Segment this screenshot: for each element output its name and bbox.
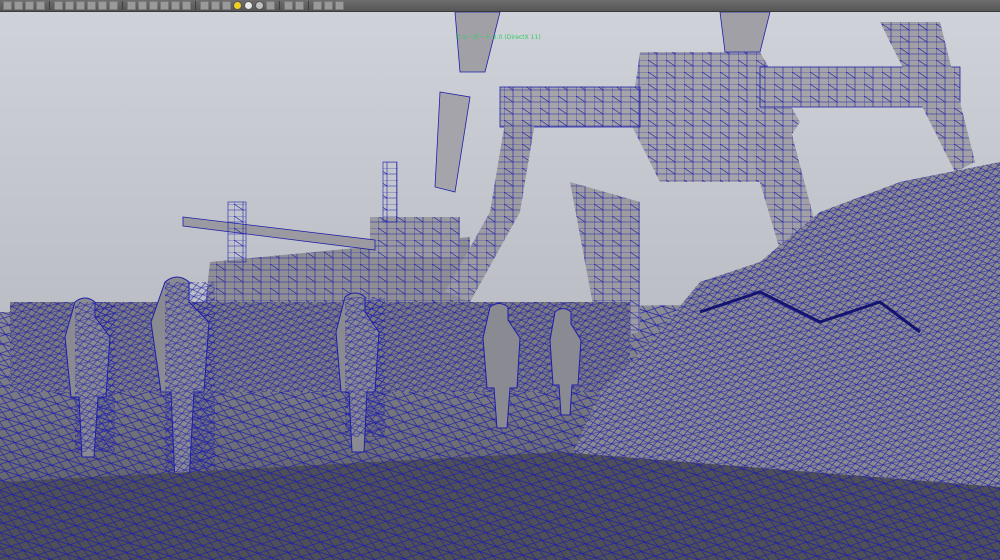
resolution-gate-icon[interactable] xyxy=(76,1,85,10)
xray-icon[interactable] xyxy=(200,1,209,10)
backface-culling-icon[interactable] xyxy=(222,1,231,10)
screen-space-ao-icon[interactable] xyxy=(233,1,242,10)
textured-icon[interactable] xyxy=(160,1,169,10)
xray-joints-icon[interactable] xyxy=(211,1,220,10)
gate-mask-icon[interactable] xyxy=(87,1,96,10)
shadows-icon[interactable] xyxy=(182,1,191,10)
viewport-hud: ビューポート 2.0 (DirectX 11) xyxy=(455,34,545,42)
motion-blur-icon[interactable] xyxy=(244,1,253,10)
safe-action-icon[interactable] xyxy=(109,1,118,10)
isolate-select-icon[interactable] xyxy=(284,1,293,10)
select-camera-icon[interactable] xyxy=(3,1,12,10)
color-management-icon[interactable] xyxy=(335,1,344,10)
renderer-label: ビューポート 2.0 (DirectX 11) xyxy=(455,34,541,41)
toolbar-separator xyxy=(279,1,280,10)
grid-icon[interactable] xyxy=(54,1,63,10)
viewport-3d[interactable]: ビューポート 2.0 (DirectX 11) xyxy=(0,12,1000,560)
film-gate-icon[interactable] xyxy=(65,1,74,10)
camera-attributes-icon[interactable] xyxy=(14,1,23,10)
gamma-icon[interactable] xyxy=(324,1,333,10)
exposure-icon[interactable] xyxy=(313,1,322,10)
toolbar-separator xyxy=(195,1,196,10)
wireframe-icon[interactable] xyxy=(127,1,136,10)
scene-render xyxy=(0,12,1000,560)
depth-of-field-icon[interactable] xyxy=(266,1,275,10)
viewport-panel-toolbar xyxy=(0,0,1000,12)
toolbar-separator xyxy=(308,1,309,10)
field-chart-icon[interactable] xyxy=(98,1,107,10)
xray-active-icon[interactable] xyxy=(295,1,304,10)
toolbar-separator xyxy=(122,1,123,10)
use-lights-icon[interactable] xyxy=(171,1,180,10)
wireframe-on-shaded-icon[interactable] xyxy=(149,1,158,10)
anti-aliasing-icon[interactable] xyxy=(255,1,264,10)
toolbar-separator xyxy=(49,1,50,10)
image-plane-icon[interactable] xyxy=(36,1,45,10)
bookmarks-icon[interactable] xyxy=(25,1,34,10)
smooth-shade-icon[interactable] xyxy=(138,1,147,10)
